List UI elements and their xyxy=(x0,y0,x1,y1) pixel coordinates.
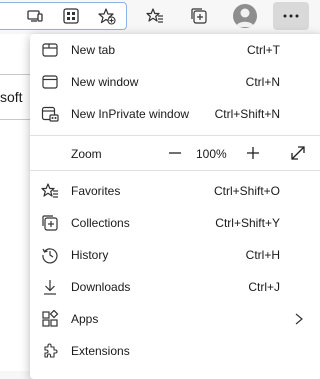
menu-item-shortcut: Ctrl+H xyxy=(245,248,280,262)
menu-item-collections[interactable]: Collections Ctrl+Shift+Y xyxy=(30,207,320,239)
menu-item-shortcut: Ctrl+Shift+O xyxy=(213,184,280,198)
menu-item-history[interactable]: History Ctrl+H xyxy=(30,239,320,271)
menu-item-extensions[interactable]: Extensions xyxy=(30,335,320,367)
plus-icon xyxy=(247,147,259,159)
menu-item-new-tab[interactable]: New tab Ctrl+T xyxy=(30,34,320,66)
menu-item-label: New window xyxy=(71,75,139,89)
new-tab-icon xyxy=(41,41,59,59)
menu-item-favorites[interactable]: Favorites Ctrl+Shift+O xyxy=(30,175,320,207)
menu-item-label: New tab xyxy=(71,43,116,57)
chevron-right-icon xyxy=(295,313,303,325)
apps-icon xyxy=(41,310,59,328)
settings-menu: New tab Ctrl+T New window Ctrl+N New InP… xyxy=(30,34,320,379)
menu-item-label: Downloads xyxy=(71,280,131,294)
menu-item-shortcut: Ctrl+J xyxy=(248,280,280,294)
zoom-out-button[interactable] xyxy=(164,142,186,164)
inprivate-icon xyxy=(41,105,59,123)
zoom-label: Zoom xyxy=(71,147,102,161)
menu-item-label: Apps xyxy=(71,312,99,326)
zoom-level: 100% xyxy=(196,147,227,161)
minus-icon xyxy=(169,152,181,154)
zoom-in-button[interactable] xyxy=(242,142,264,164)
zoom-row: Zoom 100% xyxy=(30,136,320,170)
downloads-icon xyxy=(41,278,59,296)
new-window-icon xyxy=(41,73,59,91)
menu-divider xyxy=(30,170,320,171)
add-favorite-icon[interactable] xyxy=(96,5,118,27)
fullscreen-button[interactable] xyxy=(287,142,309,164)
more-icon xyxy=(283,14,299,18)
menu-item-apps[interactable]: Apps xyxy=(30,303,320,335)
menu-item-label: Favorites xyxy=(71,184,121,198)
immersive-reader-icon[interactable] xyxy=(24,5,46,27)
apps-icon[interactable] xyxy=(60,5,82,27)
menu-item-label: Collections xyxy=(71,216,130,230)
history-icon xyxy=(41,246,59,264)
profile-avatar[interactable] xyxy=(233,4,257,28)
extensions-icon xyxy=(41,342,59,360)
menu-item-label: Extensions xyxy=(71,344,130,358)
collections-icon[interactable] xyxy=(188,5,210,27)
menu-item-shortcut: Ctrl+N xyxy=(245,75,280,89)
menu-item-downloads[interactable]: Downloads Ctrl+J xyxy=(30,271,320,303)
collections-icon xyxy=(41,214,59,232)
more-button[interactable] xyxy=(273,2,309,30)
fullscreen-icon xyxy=(291,146,305,160)
menu-item-label: History xyxy=(71,248,109,262)
menu-item-shortcut: Ctrl+Shift+Y xyxy=(215,216,280,230)
menu-item-shortcut: Ctrl+Shift+N xyxy=(214,107,280,121)
favorites-icon xyxy=(41,182,59,200)
menu-item-shortcut: Ctrl+T xyxy=(247,43,280,57)
menu-item-new-window[interactable]: New window Ctrl+N xyxy=(30,66,320,98)
menu-item-label: New InPrivate window xyxy=(71,107,190,121)
menu-item-new-inprivate-window[interactable]: New InPrivate window Ctrl+Shift+N xyxy=(30,98,320,130)
favorites-icon[interactable] xyxy=(144,5,166,27)
page-partial-text: soft xyxy=(0,89,23,105)
browser-toolbar xyxy=(0,0,317,34)
